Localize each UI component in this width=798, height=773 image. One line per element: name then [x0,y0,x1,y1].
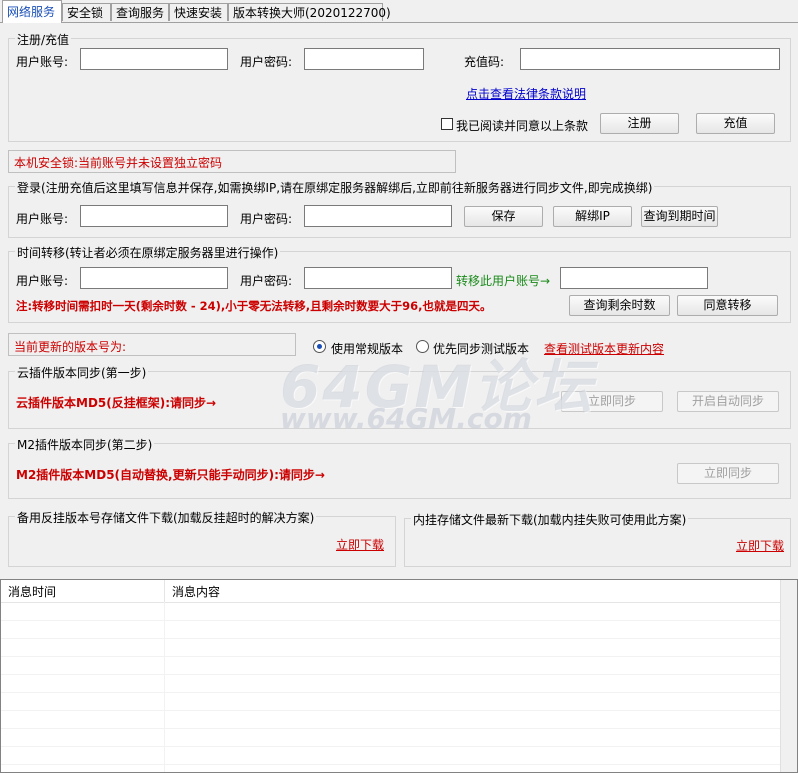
row-line [1,674,782,675]
m2-sync-button[interactable]: 立即同步 [677,463,779,484]
tab-version-converter[interactable]: 版本转换大师(2020122700) [228,3,391,21]
message-log-list[interactable]: 消息时间 消息内容 [0,579,798,773]
recharge-button[interactable]: 充值 [696,113,775,134]
tab-bar: 网络服务 安全锁 查询服务 快速安装 版本转换大师(2020122700) [0,0,798,23]
row-line [1,620,782,621]
security-lock-status: 本机安全锁:当前账号并未设置独立密码 [14,156,223,170]
transfer-notice: 注:转移时间需扣时一天(剩余时数 - 24),小于零无法转移,且剩余时数要大于9… [16,299,492,313]
login-password-label: 用户密码: [240,212,293,226]
save-button[interactable]: 保存 [464,206,543,227]
m2-sync-md5-text: M2插件版本MD5(自动替换,更新只能手动同步):请同步→ [16,468,325,482]
row-line [1,692,782,693]
cloud-sync-title: 云插件版本同步(第一步) [15,364,149,381]
login-account-input[interactable] [80,205,228,227]
transfer-target-label: 转移此用户账号→ [456,274,551,288]
cloud-sync-md5-text: 云插件版本MD5(反挂框架):请同步→ [16,396,217,410]
row-line [1,746,782,747]
login-group-title: 登录(注册充值后这里填写信息并保存,如需换绑IP,请在原绑定服务器解绑后,立即前… [15,179,655,196]
register-account-label: 用户账号: [16,55,69,69]
agree-terms-label: 我已阅读并同意以上条款 [456,119,589,133]
vertical-scrollbar[interactable] [780,580,797,772]
backup-download-link[interactable]: 立即下载 [336,536,384,553]
auto-sync-button[interactable]: 开启自动同步 [677,391,779,412]
login-account-label: 用户账号: [16,212,69,226]
recharge-code-input[interactable] [520,48,780,70]
transfer-password-label: 用户密码: [240,274,293,288]
transfer-group-title: 时间转移(转让者必须在原绑定服务器里进行操作) [15,244,281,261]
row-line [1,638,782,639]
column-message-time[interactable]: 消息时间 [1,580,165,602]
legal-terms-link[interactable]: 点击查看法律条款说明 [466,85,586,102]
tab-quick-install[interactable]: 快速安装 [169,3,228,21]
row-line [1,710,782,711]
row-line [1,656,782,657]
transfer-password-input[interactable] [304,267,452,289]
forum-watermark-url: www.64GM.com [280,402,532,435]
register-account-input[interactable] [80,48,228,70]
row-line [1,764,782,765]
inner-download-link[interactable]: 立即下载 [736,537,784,554]
inner-download-title: 内挂存储文件最新下载(加载内挂失败可使用此方案) [411,511,689,528]
query-expiry-button[interactable]: 查询到期时间 [641,206,718,227]
transfer-account-label: 用户账号: [16,274,69,288]
tab-query-service[interactable]: 查询服务 [111,3,169,21]
backup-download-title: 备用反挂版本号存储文件下载(加载反挂超时的解决方案) [15,509,317,526]
agree-transfer-button[interactable]: 同意转移 [677,295,778,316]
transfer-target-input[interactable] [560,267,708,289]
register-group-title: 注册/充值 [15,31,72,48]
agree-terms-checkbox[interactable] [441,118,453,130]
register-password-label: 用户密码: [240,55,293,69]
row-line [1,728,782,729]
register-password-input[interactable] [304,48,424,70]
transfer-account-input[interactable] [80,267,228,289]
tab-security-lock[interactable]: 安全锁 [62,3,111,21]
recharge-code-label: 充值码: [464,55,505,69]
tab-network-service[interactable]: 网络服务 [2,0,62,23]
message-log-header: 消息时间 消息内容 [1,580,782,603]
register-button[interactable]: 注册 [600,113,679,134]
m2-sync-title: M2插件版本同步(第二步) [15,436,155,453]
column-message-content[interactable]: 消息内容 [165,580,782,602]
query-remaining-button[interactable]: 查询剩余时数 [569,295,670,316]
login-password-input[interactable] [304,205,452,227]
unbind-ip-button[interactable]: 解绑IP [553,206,632,227]
current-version-label: 当前更新的版本号为: [14,340,127,354]
